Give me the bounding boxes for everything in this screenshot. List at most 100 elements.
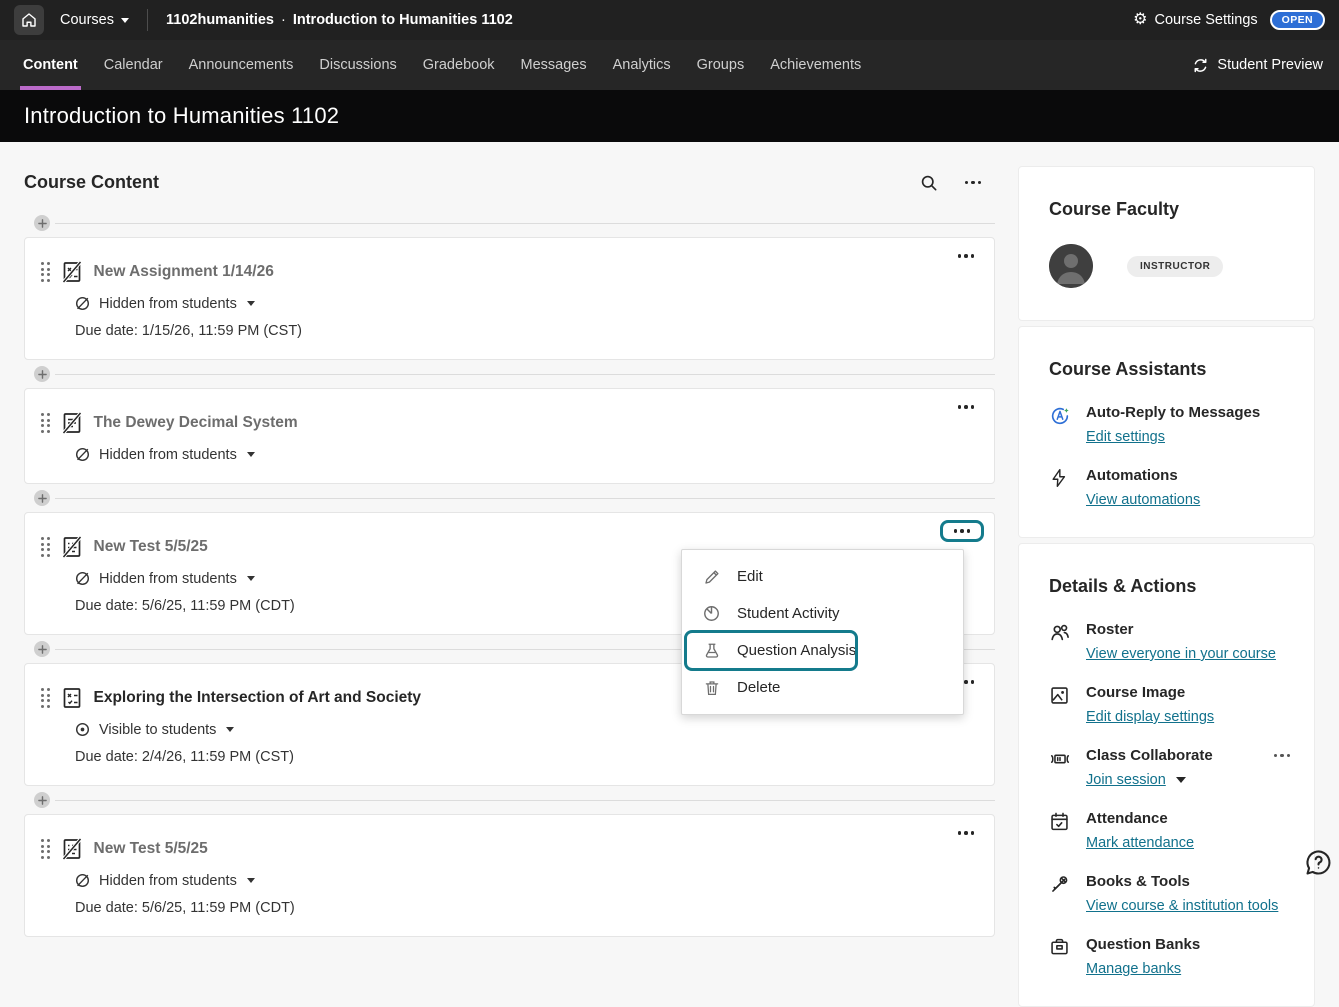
plus-icon: [34, 641, 50, 657]
assignment-hidden-icon: [60, 260, 84, 284]
join-session-link[interactable]: Join session: [1086, 772, 1166, 788]
help-button[interactable]: [1303, 847, 1334, 878]
automations-title: Automations: [1086, 467, 1200, 484]
item-options-menu-icon[interactable]: [956, 831, 976, 835]
course-banner: Introduction to Humanities 1102: [0, 90, 1339, 142]
courses-menu[interactable]: Courses: [60, 12, 129, 28]
drag-handle-icon[interactable]: [41, 686, 50, 710]
menu-item-question-analysis[interactable]: Question Analysis: [682, 632, 963, 669]
auto-reply-icon: [1049, 404, 1071, 446]
visibility-selector[interactable]: Hidden from students: [74, 446, 974, 463]
visibility-selector[interactable]: Visible to students: [74, 721, 974, 738]
item-options-menu-icon[interactable]: [956, 254, 976, 258]
books-tools-item: Books & Tools View course & institution …: [1049, 873, 1292, 915]
eye-slash-icon: [74, 446, 91, 463]
course-assistants-panel: Course Assistants Auto-Reply to Messages…: [1018, 326, 1315, 538]
open-status-badge[interactable]: OPEN: [1270, 10, 1325, 30]
instructor-avatar[interactable]: [1049, 244, 1093, 288]
chevron-down-icon[interactable]: [1176, 777, 1186, 783]
course-content-heading: Course Content: [24, 172, 159, 193]
visibility-selector[interactable]: Hidden from students: [74, 872, 974, 889]
drag-handle-icon[interactable]: [41, 411, 50, 435]
edit-settings-link[interactable]: Edit settings: [1086, 429, 1165, 445]
item-title[interactable]: New Test 5/5/25: [94, 538, 208, 556]
tab-achievements[interactable]: Achievements: [757, 40, 874, 90]
mark-attendance-link[interactable]: Mark attendance: [1086, 835, 1194, 851]
item-title[interactable]: New Test 5/5/25: [94, 840, 208, 858]
visibility-label: Visible to students: [99, 722, 216, 738]
instructor-badge: INSTRUCTOR: [1127, 256, 1223, 277]
tab-announcements[interactable]: Announcements: [176, 40, 307, 90]
add-content-divider[interactable]: [24, 209, 995, 237]
home-button[interactable]: [14, 5, 44, 35]
class-collaborate-item: Class Collaborate Join session: [1049, 747, 1292, 789]
document-hidden-icon: [60, 411, 84, 435]
collaborate-options-menu-icon[interactable]: [1272, 754, 1292, 758]
add-content-divider[interactable]: [24, 484, 995, 512]
attendance-item: Attendance Mark attendance: [1049, 810, 1292, 852]
manage-banks-link[interactable]: Manage banks: [1086, 961, 1181, 977]
plus-icon: [34, 215, 50, 231]
eye-slash-icon: [74, 872, 91, 889]
student-preview-button[interactable]: Student Preview: [1192, 57, 1329, 74]
details-actions-panel: Details & Actions Roster View everyone i…: [1018, 543, 1315, 1007]
add-content-divider[interactable]: [24, 786, 995, 814]
content-item-new-test: New Test 5/5/25 Hidden from students Due…: [24, 512, 995, 635]
due-date-label: Due date: 1/15/26, 11:59 PM (CST): [75, 323, 974, 339]
drag-handle-icon[interactable]: [41, 260, 50, 284]
tab-messages[interactable]: Messages: [508, 40, 600, 90]
content-item-dewey-decimal: The Dewey Decimal System Hidden from stu…: [24, 388, 995, 484]
menu-item-delete[interactable]: Delete: [682, 669, 963, 706]
search-icon[interactable]: [919, 173, 939, 193]
item-options-menu-icon[interactable]: [956, 405, 976, 409]
class-collaborate-title: Class Collaborate: [1086, 747, 1213, 764]
topbar-divider: [147, 9, 148, 31]
tab-groups[interactable]: Groups: [684, 40, 758, 90]
tab-calendar[interactable]: Calendar: [91, 40, 176, 90]
course-settings-button[interactable]: ⚙ Course Settings: [1133, 12, 1258, 28]
view-automations-link[interactable]: View automations: [1086, 492, 1200, 508]
eye-slash-icon: [74, 295, 91, 312]
test-hidden-icon: [60, 535, 84, 559]
flask-icon: [702, 642, 721, 660]
chevron-down-icon: [247, 452, 255, 457]
view-everyone-link[interactable]: View everyone in your course: [1086, 646, 1276, 662]
courses-label: Courses: [60, 12, 114, 28]
breadcrumb: 1102humanities · Introduction to Humanit…: [166, 12, 513, 28]
tab-discussions[interactable]: Discussions: [306, 40, 409, 90]
auto-reply-item: Auto-Reply to Messages Edit settings: [1049, 404, 1292, 446]
plus-icon: [34, 490, 50, 506]
tab-gradebook[interactable]: Gradebook: [410, 40, 508, 90]
roster-title: Roster: [1086, 621, 1276, 638]
item-title[interactable]: The Dewey Decimal System: [94, 414, 298, 432]
help-question-icon: [1303, 847, 1334, 878]
question-banks-title: Question Banks: [1086, 936, 1200, 953]
add-content-divider[interactable]: [24, 360, 995, 388]
edit-display-settings-link[interactable]: Edit display settings: [1086, 709, 1214, 725]
visibility-label: Hidden from students: [99, 447, 237, 463]
eye-icon: [74, 721, 91, 738]
drag-handle-icon[interactable]: [41, 535, 50, 559]
auto-reply-title: Auto-Reply to Messages: [1086, 404, 1260, 421]
item-options-menu-icon-highlighted[interactable]: [940, 520, 984, 542]
menu-item-edit[interactable]: Edit: [682, 558, 963, 595]
pencil-icon: [702, 568, 721, 586]
books-tools-title: Books & Tools: [1086, 873, 1278, 890]
collaborate-icon: [1049, 747, 1071, 789]
drag-handle-icon[interactable]: [41, 837, 50, 861]
eye-slash-icon: [74, 570, 91, 587]
due-date-label: Due date: 2/4/26, 11:59 PM (CST): [75, 749, 974, 765]
visibility-selector[interactable]: Hidden from students: [74, 295, 974, 312]
gear-icon: ⚙: [1133, 12, 1147, 28]
tab-content[interactable]: Content: [10, 40, 91, 90]
content-options-menu-icon[interactable]: [963, 181, 983, 185]
course-faculty-panel: Course Faculty INSTRUCTOR: [1018, 166, 1315, 321]
view-tools-link[interactable]: View course & institution tools: [1086, 898, 1278, 914]
plus-icon: [34, 366, 50, 382]
item-title[interactable]: Exploring the Intersection of Art and So…: [94, 689, 422, 707]
visibility-label: Hidden from students: [99, 571, 237, 587]
tab-analytics[interactable]: Analytics: [600, 40, 684, 90]
page-title: Introduction to Humanities 1102: [24, 103, 339, 129]
item-title[interactable]: New Assignment 1/14/26: [94, 263, 274, 281]
menu-item-student-activity[interactable]: Student Activity: [682, 595, 963, 632]
